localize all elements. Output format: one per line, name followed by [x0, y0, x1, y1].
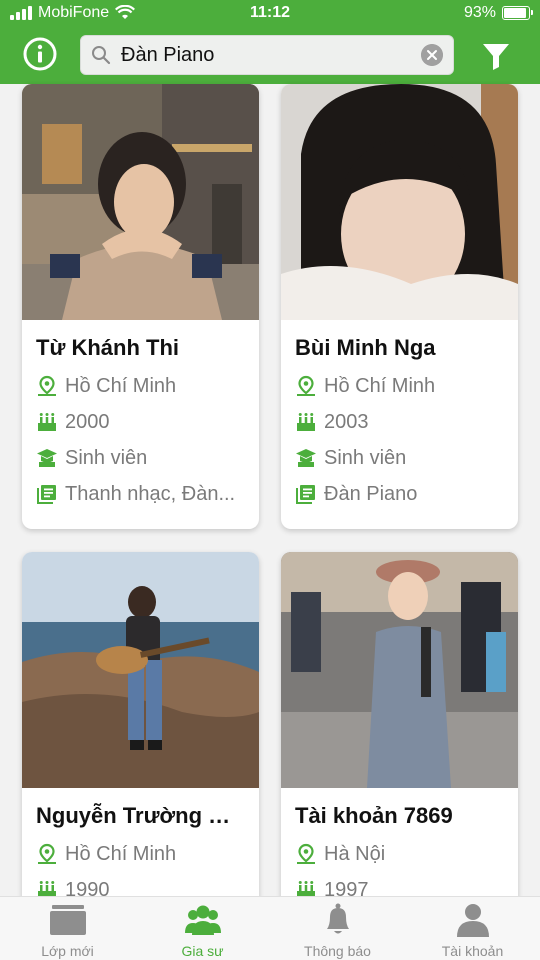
filter-icon[interactable]	[480, 40, 512, 72]
clear-icon[interactable]	[421, 44, 443, 66]
location-pin-icon	[38, 375, 56, 396]
search-icon	[92, 46, 111, 65]
battery-percent: 93%	[463, 4, 496, 21]
tutor-birth-year: 2003	[295, 404, 504, 440]
tutor-card[interactable]: Từ Khánh Thi Hồ Chí Minh 2000 Sinh viên …	[22, 84, 259, 529]
tutor-location: Hồ Chí Minh	[36, 836, 245, 872]
info-circle-icon[interactable]	[22, 36, 58, 72]
bottom-navigation: Lớp mới Gia sư Thông báo Tài khoản	[0, 896, 540, 960]
tutor-subjects: Đàn Piano	[295, 476, 504, 512]
tutor-photo	[22, 552, 259, 788]
tutor-card[interactable]: Bùi Minh Nga Hồ Chí Minh 2003 Sinh viên …	[281, 84, 518, 529]
nav-notifications[interactable]: Thông báo	[270, 897, 405, 960]
tutor-occupation: Sinh viên	[36, 440, 245, 476]
location-pin-icon	[297, 375, 315, 396]
tutor-name: Tài khoản 7869	[295, 803, 453, 828]
tutor-card[interactable]: Tài khoản 7869 Hà Nội 1997	[281, 552, 518, 932]
book-icon	[296, 485, 315, 504]
tutor-birth-year: 2000	[36, 404, 245, 440]
battery-icon	[502, 6, 533, 20]
book-icon	[37, 485, 56, 504]
graduation-cap-icon	[296, 449, 316, 467]
tutor-occupation: Sinh viên	[295, 440, 504, 476]
tutor-name: Bùi Minh Nga	[295, 335, 436, 360]
app-header: MobiFone 11:12 93%	[0, 0, 540, 84]
status-bar: MobiFone 11:12 93%	[0, 0, 540, 28]
status-time: 11:12	[249, 4, 291, 21]
tutor-location: Hà Nội	[295, 836, 504, 872]
nav-tutors[interactable]: Gia sư	[135, 897, 270, 960]
bell-icon	[326, 903, 349, 934]
location-pin-icon	[297, 843, 315, 864]
account-icon	[456, 904, 489, 937]
nav-new-classes[interactable]: Lớp mới	[0, 897, 135, 960]
tutor-name: Từ Khánh Thi	[36, 335, 180, 360]
tutor-subjects: Thanh nhạc, Đàn...	[36, 476, 245, 512]
tutors-icon	[184, 905, 221, 935]
nav-account[interactable]: Tài khoản	[405, 897, 540, 960]
search-input[interactable]	[121, 36, 411, 74]
birthday-cake-icon	[297, 413, 315, 431]
graduation-cap-icon	[37, 449, 57, 467]
tutor-location: Hồ Chí Minh	[295, 368, 504, 404]
tutor-photo	[281, 552, 518, 788]
birthday-cake-icon	[38, 413, 56, 431]
classes-icon	[49, 905, 86, 935]
tutor-name: Nguyễn Trường Ch...	[36, 803, 245, 828]
location-pin-icon	[38, 843, 56, 864]
tutor-location: Hồ Chí Minh	[36, 368, 245, 404]
tutor-card[interactable]: Nguyễn Trường Ch... Hồ Chí Minh 1990	[22, 552, 259, 932]
search-bar[interactable]	[80, 35, 454, 75]
tutor-photo	[281, 84, 518, 320]
tutor-photo	[22, 84, 259, 320]
